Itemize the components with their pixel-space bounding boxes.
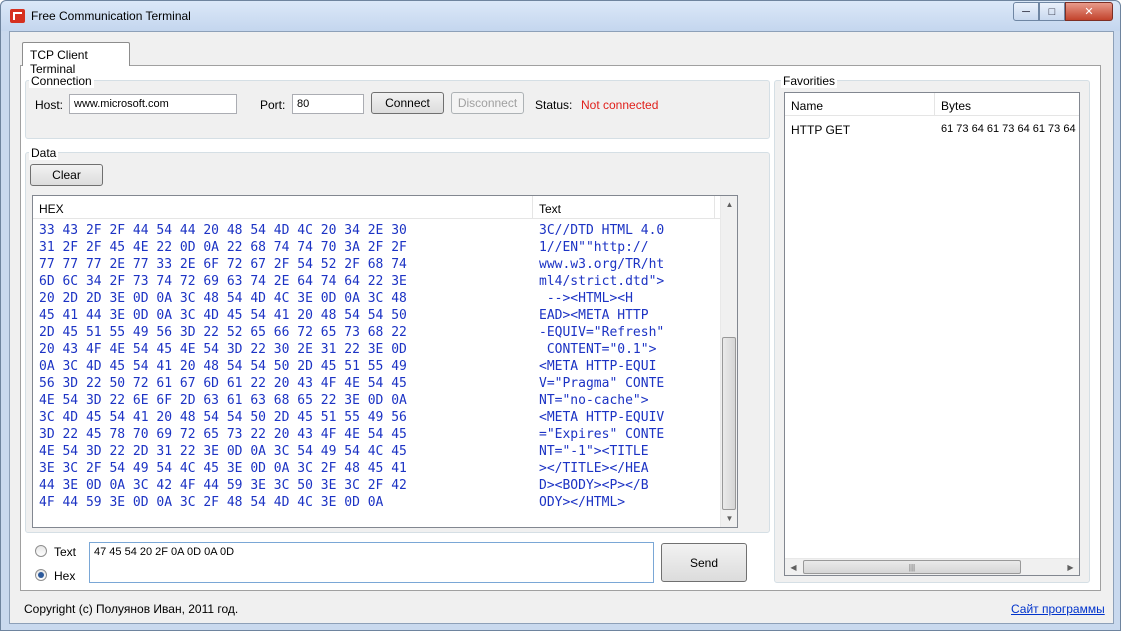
hex-column: 33 43 2F 2F 44 54 44 20 48 54 4D 4C 20 3… bbox=[39, 222, 407, 511]
close-button[interactable]: ✕ bbox=[1065, 2, 1113, 21]
title-bar[interactable]: Free Communication Terminal ─ □ ✕ bbox=[1, 1, 1120, 31]
hex-row[interactable]: 3E 3C 2F 54 49 54 4C 45 3E 0D 0A 3C 2F 4… bbox=[39, 460, 407, 477]
hex-row[interactable]: 20 43 4F 4E 54 45 4E 54 3D 22 30 2E 31 2… bbox=[39, 341, 407, 358]
scroll-right-icon[interactable]: ▶ bbox=[1062, 559, 1079, 575]
hex-row[interactable]: 31 2F 2F 45 4E 22 0D 0A 22 68 74 74 70 3… bbox=[39, 239, 407, 256]
text-row[interactable]: ="Expires" CONTE bbox=[539, 426, 664, 443]
hex-row[interactable]: 2D 45 51 55 49 56 3D 22 52 65 66 72 65 7… bbox=[39, 324, 407, 341]
text-row[interactable]: ></TITLE></HEA bbox=[539, 460, 664, 477]
hex-row[interactable]: 77 77 77 2E 77 33 2E 6F 72 67 2F 54 52 2… bbox=[39, 256, 407, 273]
clear-button[interactable]: Clear bbox=[30, 164, 103, 186]
text-row[interactable]: CONTENT="0.1"> bbox=[539, 341, 664, 358]
text-radio[interactable] bbox=[35, 545, 47, 557]
minimize-button[interactable]: ─ bbox=[1013, 2, 1039, 21]
text-row[interactable]: <META HTTP-EQUIV bbox=[539, 409, 664, 426]
text-row[interactable]: ml4/strict.dtd"> bbox=[539, 273, 664, 290]
text-row[interactable]: www.w3.org/TR/ht bbox=[539, 256, 664, 273]
hex-row[interactable]: 3D 22 45 78 70 69 72 65 73 22 20 43 4F 4… bbox=[39, 426, 407, 443]
send-button[interactable]: Send bbox=[661, 543, 747, 582]
client-area: TCP Client Terminal Connection Host: Por… bbox=[9, 31, 1114, 624]
host-input[interactable] bbox=[69, 94, 237, 114]
window-title: Free Communication Terminal bbox=[31, 9, 191, 23]
send-input[interactable]: 47 45 54 20 2F 0A 0D 0A 0D bbox=[89, 542, 654, 583]
app-window: Free Communication Terminal ─ □ ✕ TCP Cl… bbox=[0, 0, 1121, 631]
disconnect-button[interactable]: Disconnect bbox=[451, 92, 524, 114]
data-vertical-scrollbar[interactable]: ▲ ▼ bbox=[720, 196, 737, 527]
text-row[interactable]: EAD><META HTTP bbox=[539, 307, 664, 324]
column-header-text[interactable]: Text bbox=[533, 196, 715, 219]
text-row[interactable]: 1//EN""http:// bbox=[539, 239, 664, 256]
text-row[interactable]: 3C//DTD HTML 4.0 bbox=[539, 222, 664, 239]
close-icon: ✕ bbox=[1084, 6, 1094, 18]
column-header-name[interactable]: Name bbox=[785, 93, 935, 116]
hex-row[interactable]: 4F 44 59 3E 0D 0A 3C 2F 48 54 4D 4C 3E 0… bbox=[39, 494, 407, 511]
host-label: Host: bbox=[35, 98, 64, 112]
favorite-name[interactable]: HTTP GET bbox=[791, 123, 850, 137]
website-link[interactable]: Сайт программы bbox=[1011, 602, 1105, 616]
hex-row[interactable]: 33 43 2F 2F 44 54 44 20 48 54 4D 4C 20 3… bbox=[39, 222, 407, 239]
data-listview-header: HEX Text bbox=[33, 196, 721, 219]
text-row[interactable]: D><BODY><P></B bbox=[539, 477, 664, 494]
favorites-group-title: Favorities bbox=[781, 74, 838, 88]
text-row[interactable]: --><HTML><H bbox=[539, 290, 664, 307]
hex-row[interactable]: 56 3D 22 50 72 61 67 6D 61 22 20 43 4F 4… bbox=[39, 375, 407, 392]
hex-row[interactable]: 20 2D 2D 3E 0D 0A 3C 48 54 4D 4C 3E 0D 0… bbox=[39, 290, 407, 307]
scroll-left-icon[interactable]: ◀ bbox=[785, 559, 802, 575]
data-listview[interactable]: HEX Text 33 43 2F 2F 44 54 44 20 48 54 4… bbox=[32, 195, 738, 528]
text-row[interactable]: <META HTTP-EQUI bbox=[539, 358, 664, 375]
tab-page: Connection Host: Port: Connect Disconnec… bbox=[20, 65, 1101, 591]
text-row[interactable]: V="Pragma" CONTE bbox=[539, 375, 664, 392]
maximize-icon: □ bbox=[1048, 5, 1056, 18]
connect-button[interactable]: Connect bbox=[371, 92, 444, 114]
horizontal-scroll-thumb[interactable]: ||| bbox=[803, 560, 1021, 574]
scroll-up-icon[interactable]: ▲ bbox=[721, 196, 737, 213]
text-row[interactable]: ODY></HTML> bbox=[539, 494, 664, 511]
text-row[interactable]: NT="no-cache"> bbox=[539, 392, 664, 409]
connection-group-title: Connection bbox=[29, 74, 94, 88]
hex-radio[interactable] bbox=[35, 569, 47, 581]
column-header-hex[interactable]: HEX bbox=[33, 196, 533, 219]
status-label: Status: bbox=[535, 98, 573, 112]
data-group-title: Data bbox=[29, 146, 59, 160]
hex-row[interactable]: 4E 54 3D 22 2D 31 22 3E 0D 0A 3C 54 49 5… bbox=[39, 443, 407, 460]
favorites-horizontal-scrollbar[interactable]: ◀ ||| ▶ bbox=[785, 558, 1079, 575]
scroll-thumb[interactable] bbox=[722, 337, 736, 510]
hex-radio-label: Hex bbox=[54, 569, 76, 583]
copyright-text: Copyright (c) Полуянов Иван, 2011 год. bbox=[24, 602, 239, 616]
text-radio-label: Text bbox=[54, 545, 77, 559]
hex-row[interactable]: 44 3E 0D 0A 3C 42 4F 44 59 3E 3C 50 3E 3… bbox=[39, 477, 407, 494]
maximize-button[interactable]: □ bbox=[1039, 2, 1065, 21]
hex-row[interactable]: 3C 4D 45 54 41 20 48 54 54 50 2D 45 51 5… bbox=[39, 409, 407, 426]
app-icon bbox=[10, 9, 25, 23]
text-row[interactable]: NT="-1"><TITLE bbox=[539, 443, 664, 460]
favorite-bytes[interactable]: 61 73 64 61 73 64 61 73 64 6 bbox=[941, 123, 1079, 135]
hex-row[interactable]: 45 41 44 3E 0D 0A 3C 4D 45 54 41 20 48 5… bbox=[39, 307, 407, 324]
minimize-icon: ─ bbox=[1022, 5, 1030, 18]
text-column: 3C//DTD HTML 4.0 1//EN""http://www.w3.org… bbox=[539, 222, 664, 511]
port-label: Port: bbox=[260, 98, 286, 112]
tab-tcp-client-terminal[interactable]: TCP Client Terminal bbox=[22, 42, 130, 76]
status-value: Not connected bbox=[581, 98, 659, 112]
port-input[interactable] bbox=[292, 94, 364, 114]
hex-row[interactable]: 0A 3C 4D 45 54 41 20 48 54 54 50 2D 45 5… bbox=[39, 358, 407, 375]
column-header-bytes[interactable]: Bytes bbox=[935, 93, 1079, 116]
hex-row[interactable]: 4E 54 3D 22 6E 6F 2D 63 61 63 68 65 22 3… bbox=[39, 392, 407, 409]
scroll-down-icon[interactable]: ▼ bbox=[721, 510, 737, 527]
hex-row[interactable]: 6D 6C 34 2F 73 74 72 69 63 74 2E 64 74 6… bbox=[39, 273, 407, 290]
favorites-listview[interactable]: Name Bytes HTTP GET 61 73 64 61 73 64 61… bbox=[784, 92, 1080, 576]
text-row[interactable]: -EQUIV="Refresh" bbox=[539, 324, 664, 341]
favorites-listview-header: Name Bytes bbox=[785, 93, 1079, 116]
